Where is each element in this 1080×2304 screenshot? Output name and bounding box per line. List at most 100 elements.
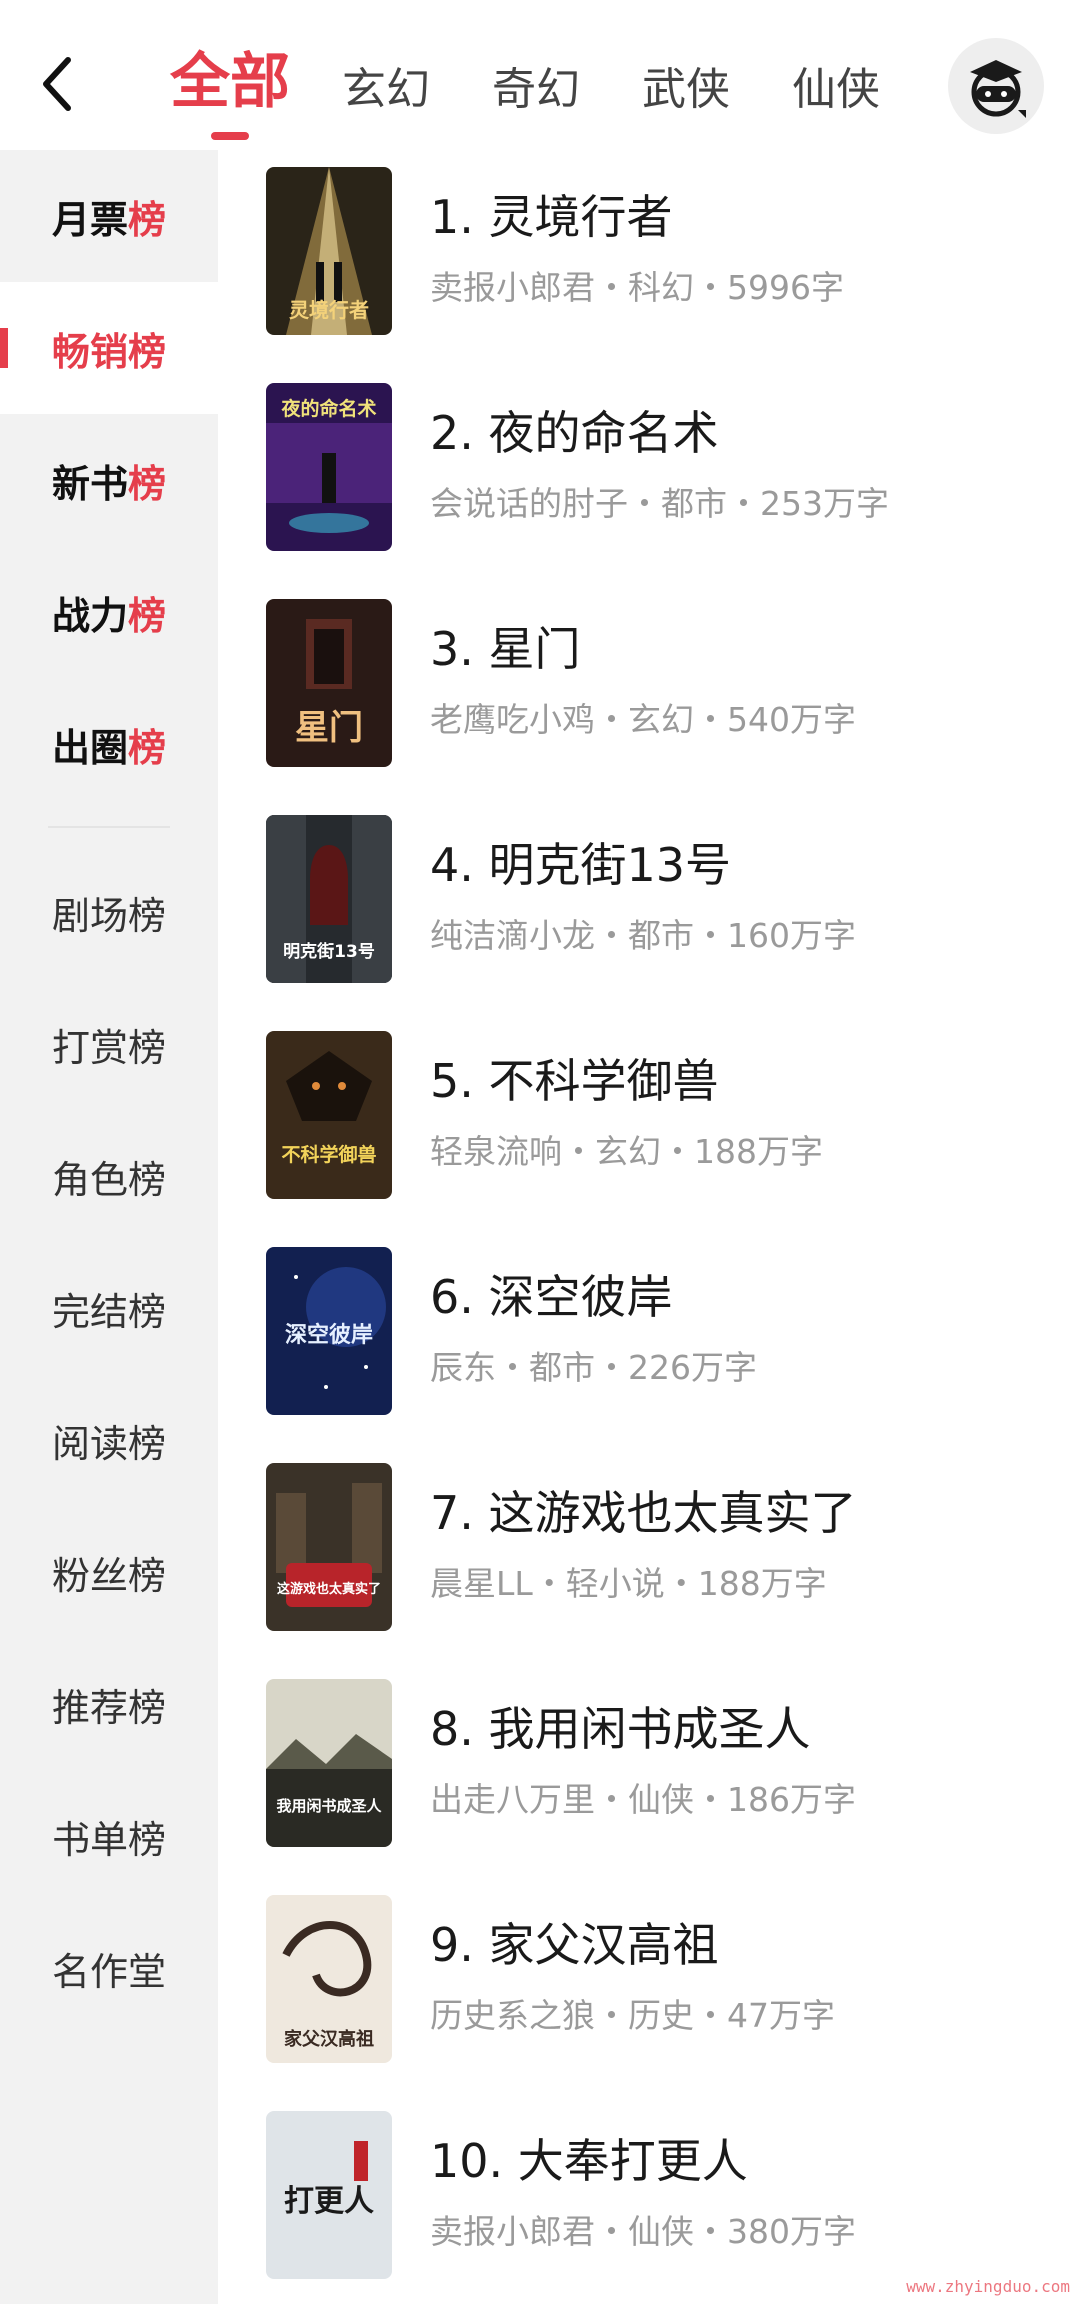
book-meta: 卖报小郎君・科幻・5996字 <box>430 268 844 307</box>
book-meta: 会说话的肘子・都市・253万字 <box>430 484 889 523</box>
book-meta: 辰东・都市・226万字 <box>430 1348 757 1387</box>
sidebar-item-suffix: 榜 <box>128 725 167 770</box>
book-meta: 历史系之狼・历史・47万字 <box>430 1996 835 2035</box>
top-bar: 全部 玄幻 奇幻 武侠 仙侠 <box>0 0 1080 150</box>
sidebar-item-label: 名作堂 <box>51 1949 166 1994</box>
sidebar-item-new-book[interactable]: 新书榜 <box>0 414 218 546</box>
book-cover[interactable]: 星门 <box>266 599 392 767</box>
cover-title: 我用闲书成圣人 <box>276 1797 382 1815</box>
tab-label: 玄幻 <box>342 64 430 115</box>
sidebar-item-label: 剧场榜 <box>51 893 166 938</box>
tab-qihuan[interactable]: 奇幻 <box>492 68 580 130</box>
sidebar-item-label: 新书 <box>51 461 128 506</box>
sidebar-item-label: 角色榜 <box>51 1157 166 1202</box>
category-tabs: 全部 玄幻 奇幻 武侠 仙侠 <box>170 40 942 140</box>
sidebar-item-booklist[interactable]: 书单榜 <box>0 1770 218 1902</box>
sidebar-item-label: 出圈 <box>51 725 128 770</box>
tab-label: 武侠 <box>642 64 730 115</box>
sidebar-item-monthly-ticket[interactable]: 月票榜 <box>0 150 218 282</box>
sidebar-divider <box>48 826 170 828</box>
book-title: 5. 不科学御兽 <box>430 1054 719 1108</box>
sidebar-item-label: 打赏榜 <box>51 1025 166 1070</box>
cover-title: 不科学御兽 <box>281 1143 376 1166</box>
active-indicator <box>0 328 8 368</box>
book-meta: 晨星LL・轻小说・188万字 <box>430 1564 827 1603</box>
sidebar-item-power[interactable]: 战力榜 <box>0 546 218 678</box>
book-list-item[interactable]: 明克街13号 4. 明克街13号 纯洁滴小龙・都市・160万字 <box>218 811 1080 1027</box>
chevron-left-icon <box>43 57 71 111</box>
book-cover[interactable]: 深空彼岸 <box>266 1247 392 1415</box>
sidebar-item-bestseller[interactable]: 畅销榜 <box>0 282 218 414</box>
cover-title: 星门 <box>295 708 363 748</box>
sidebar-item-theater[interactable]: 剧场榜 <box>0 846 218 978</box>
book-meta: 轻泉流响・玄幻・188万字 <box>430 1132 823 1171</box>
book-cover[interactable]: 打更人 <box>266 2111 392 2279</box>
sidebar-item-reward[interactable]: 打赏榜 <box>0 978 218 1110</box>
tab-xuanhuan[interactable]: 玄幻 <box>342 68 430 130</box>
cover-title: 灵境行者 <box>289 298 369 322</box>
book-cover[interactable]: 明克街13号 <box>266 815 392 983</box>
book-cover[interactable]: 我用闲书成圣人 <box>266 1679 392 1847</box>
book-list-item[interactable]: 不科学御兽 5. 不科学御兽 轻泉流响・玄幻・188万字 <box>218 1027 1080 1243</box>
book-list-item[interactable]: 我用闲书成圣人 8. 我用闲书成圣人 出走八万里・仙侠・186万字 <box>218 1675 1080 1891</box>
book-cover[interactable]: 夜的命名术 <box>266 383 392 551</box>
avatar-button[interactable] <box>948 38 1044 134</box>
sidebar-item-label: 推荐榜 <box>51 1685 166 1730</box>
sidebar-item-breakout[interactable]: 出圈榜 <box>0 678 218 810</box>
sidebar-item-label: 书单榜 <box>51 1817 166 1862</box>
back-button[interactable] <box>22 44 94 124</box>
book-title: 4. 明克街13号 <box>430 838 732 892</box>
cover-title: 这游戏也太真实了 <box>277 1581 381 1597</box>
tab-label: 全部 <box>170 47 290 117</box>
book-list-item[interactable]: 这游戏也太真实了 7. 这游戏也太真实了 晨星LL・轻小说・188万字 <box>218 1459 1080 1675</box>
book-list-item[interactable]: 灵境行者 1. 灵境行者 卖报小郎君・科幻・5996字 <box>218 163 1080 379</box>
book-cover[interactable]: 灵境行者 <box>266 167 392 335</box>
sidebar-item-label: 战力 <box>51 593 128 638</box>
book-meta: 卖报小郎君・仙侠・380万字 <box>430 2212 856 2251</box>
book-title: 10. 大奉打更人 <box>430 2134 748 2188</box>
sidebar-item-label: 月票 <box>51 197 128 242</box>
book-list-item[interactable]: 夜的命名术 2. 夜的命名术 会说话的肘子・都市・253万字 <box>218 379 1080 595</box>
book-cover[interactable]: 家父汉高祖 <box>266 1895 392 2063</box>
book-title: 3. 星门 <box>430 622 581 676</box>
tab-all[interactable]: 全部 <box>170 52 290 140</box>
book-list-item[interactable]: 家父汉高祖 9. 家父汉高祖 历史系之狼・历史・47万字 <box>218 1891 1080 2107</box>
sidebar-item-reading[interactable]: 阅读榜 <box>0 1374 218 1506</box>
book-cover[interactable]: 不科学御兽 <box>266 1031 392 1199</box>
tab-label: 仙侠 <box>792 64 880 115</box>
book-title: 7. 这游戏也太真实了 <box>430 1486 857 1540</box>
sidebar-item-classics[interactable]: 名作堂 <box>0 1902 218 2034</box>
book-list-item[interactable]: 打更人 10. 大奉打更人 卖报小郎君・仙侠・380万字 <box>218 2107 1080 2304</box>
sidebar-item-label: 粉丝榜 <box>51 1553 166 1598</box>
book-title: 2. 夜的命名术 <box>430 406 719 460</box>
sidebar-item-suffix: 榜 <box>128 593 167 638</box>
sidebar-item-suffix: 榜 <box>128 329 167 374</box>
sidebar-item-suffix: 榜 <box>128 461 167 506</box>
sidebar-item-fans[interactable]: 粉丝榜 <box>0 1506 218 1638</box>
book-meta: 出走八万里・仙侠・186万字 <box>430 1780 856 1819</box>
tab-wuxia[interactable]: 武侠 <box>642 68 730 130</box>
cover-title: 明克街13号 <box>283 941 375 962</box>
ranking-sidebar: 月票榜 畅销榜 新书榜 战力榜 出圈榜 剧场榜 打赏榜 角色榜 完结榜 阅读榜 … <box>0 150 218 2304</box>
watermark-text: www.zhyingduo.com <box>906 2277 1070 2296</box>
book-meta: 老鹰吃小鸡・玄幻・540万字 <box>430 700 856 739</box>
cover-title: 打更人 <box>284 2184 374 2219</box>
cover-title: 家父汉高祖 <box>284 2028 374 2050</box>
book-title: 1. 灵境行者 <box>430 190 673 244</box>
sidebar-item-completed[interactable]: 完结榜 <box>0 1242 218 1374</box>
active-tab-underline <box>211 132 249 140</box>
book-meta: 纯洁滴小龙・都市・160万字 <box>430 916 856 955</box>
tab-xianxia[interactable]: 仙侠 <box>792 68 880 130</box>
book-list-item[interactable]: 深空彼岸 6. 深空彼岸 辰东・都市・226万字 <box>218 1243 1080 1459</box>
sidebar-item-character[interactable]: 角色榜 <box>0 1110 218 1242</box>
sidebar-item-suffix: 榜 <box>128 197 167 242</box>
book-cover[interactable]: 这游戏也太真实了 <box>266 1463 392 1631</box>
book-list-item[interactable]: 星门 3. 星门 老鹰吃小鸡・玄幻・540万字 <box>218 595 1080 811</box>
reader-avatar-icon <box>970 60 1026 118</box>
sidebar-item-label: 阅读榜 <box>51 1421 166 1466</box>
sidebar-item-label: 完结榜 <box>51 1289 166 1334</box>
cover-title: 深空彼岸 <box>285 1322 373 1348</box>
book-title: 9. 家父汉高祖 <box>430 1918 719 1972</box>
book-title: 6. 深空彼岸 <box>430 1270 673 1324</box>
sidebar-item-recommend[interactable]: 推荐榜 <box>0 1638 218 1770</box>
